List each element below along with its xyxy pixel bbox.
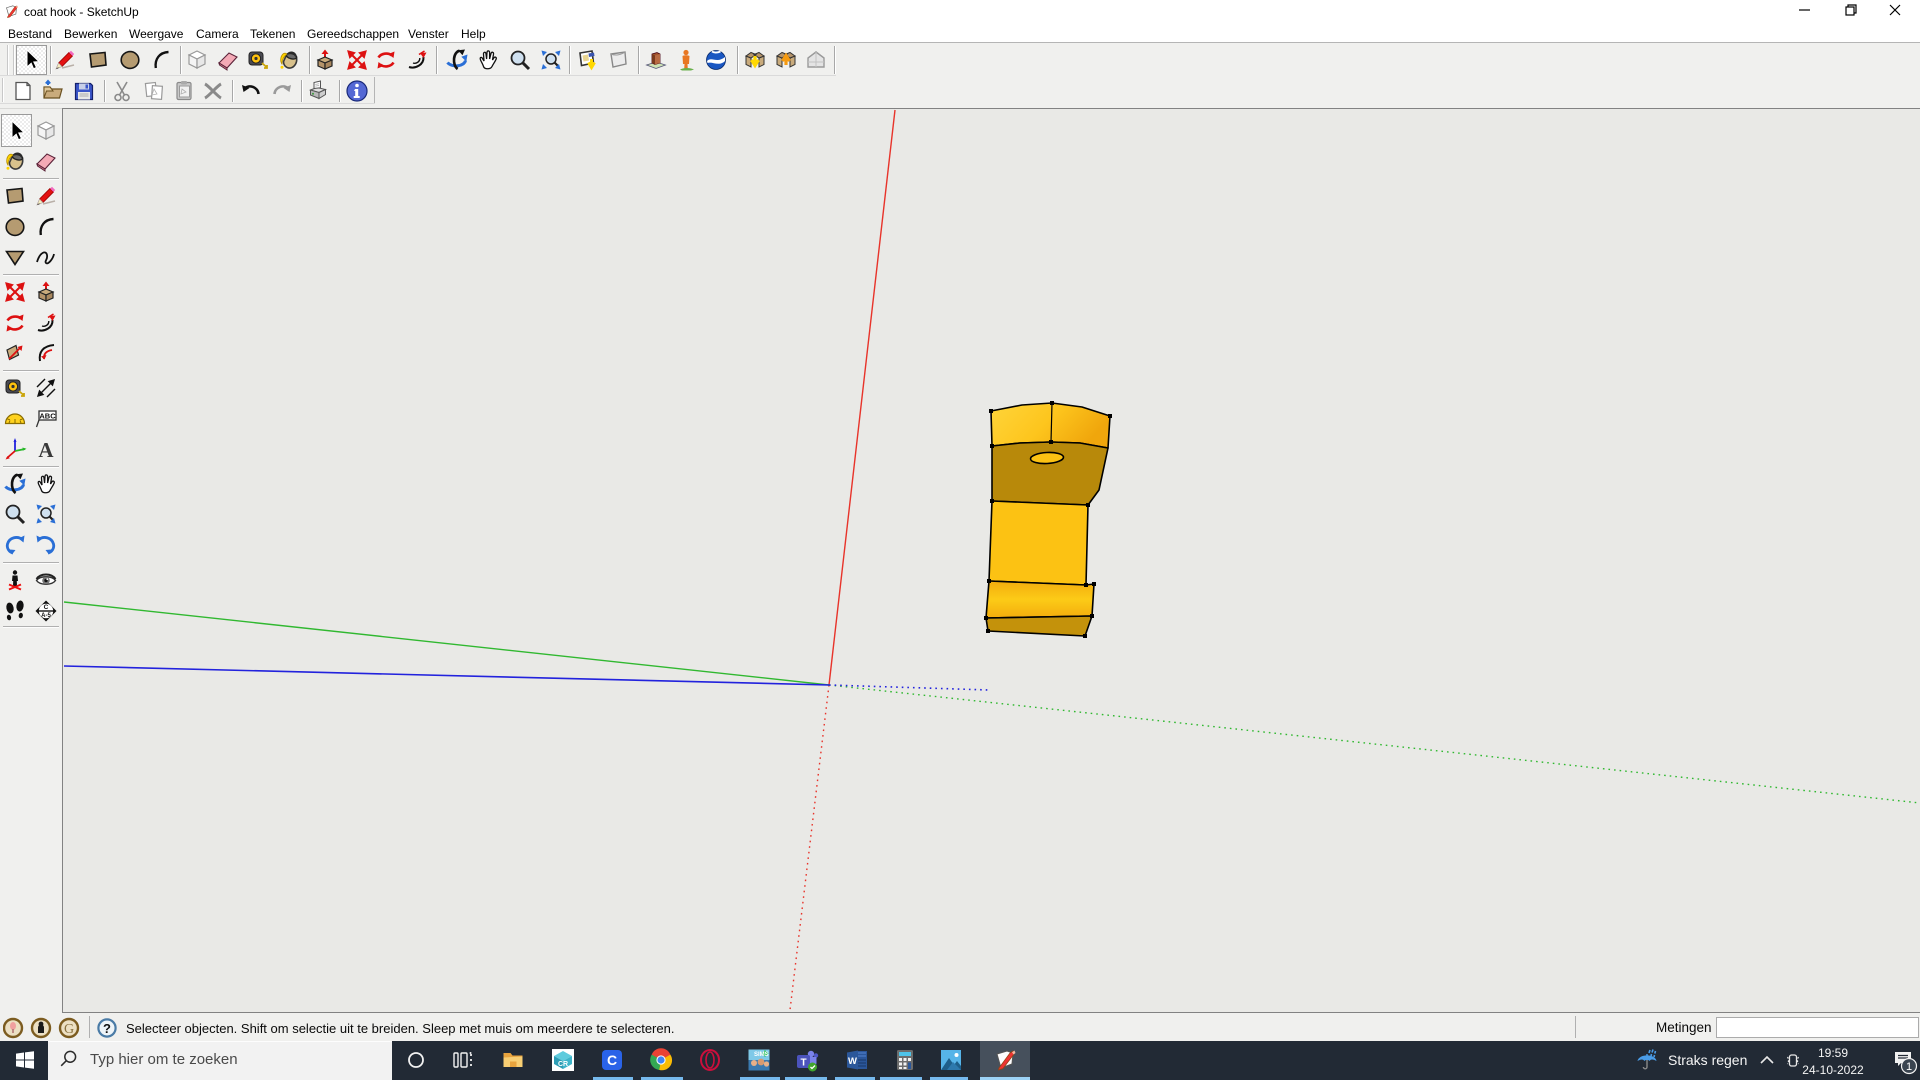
svg-text:?: ? xyxy=(103,1021,111,1036)
svg-text:G: G xyxy=(64,1022,74,1037)
svg-text:1: 1 xyxy=(1906,1061,1912,1073)
